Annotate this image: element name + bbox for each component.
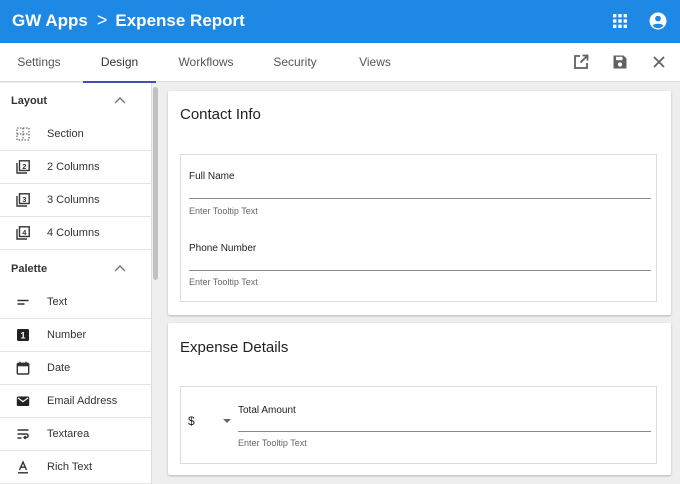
- scrollbar-thumb[interactable]: [153, 87, 158, 280]
- svg-text:2: 2: [22, 162, 26, 171]
- form-canvas: Contact Info Full Name Enter Tooltip Tex…: [160, 83, 680, 484]
- sidebar-item-date[interactable]: Date: [0, 352, 151, 385]
- palette-section-header[interactable]: Palette: [0, 251, 151, 284]
- rich-text-icon: [18, 460, 28, 474]
- open-in-new-icon[interactable]: [572, 53, 590, 71]
- section-card-contact-info[interactable]: Contact Info Full Name Enter Tooltip Tex…: [168, 91, 671, 315]
- sidebar-item-text[interactable]: Text: [0, 286, 151, 319]
- account-circle-icon[interactable]: [648, 11, 668, 31]
- section-icon: [16, 127, 30, 141]
- svg-text:1: 1: [20, 331, 25, 341]
- section-title[interactable]: Contact Info: [180, 106, 261, 123]
- sidebar-item-label: Rich Text: [47, 461, 93, 473]
- two-columns-icon: 2: [16, 160, 30, 174]
- tooltip-hint[interactable]: Enter Tooltip Text: [238, 438, 307, 448]
- calendar-icon: [16, 361, 30, 375]
- tooltip-hint[interactable]: Enter Tooltip Text: [189, 206, 258, 216]
- sidebar-item-label: Number: [47, 329, 87, 341]
- sidebar-item-label: 2 Columns: [47, 161, 100, 173]
- sidebar-item-label: Textarea: [47, 428, 90, 440]
- app-title: GW Apps > Expense Report: [12, 0, 245, 43]
- sidebar-item-3-columns[interactable]: 3 3 Columns: [0, 184, 151, 217]
- sidebar-item-number[interactable]: 1 Number: [0, 319, 151, 352]
- section-title[interactable]: Expense Details: [180, 339, 288, 356]
- layout-section-title: Layout: [11, 95, 48, 107]
- tab-workflows[interactable]: Workflows: [168, 43, 244, 82]
- sidebar-item-rich-text[interactable]: Rich Text: [0, 451, 151, 484]
- currency-select[interactable]: $: [188, 414, 195, 428]
- sidebar-item-textarea[interactable]: Textarea: [0, 418, 151, 451]
- svg-text:4: 4: [22, 228, 27, 237]
- sidebar-item-2-columns[interactable]: 2 2 Columns: [0, 151, 151, 184]
- sidebar-item-section[interactable]: Section: [0, 118, 151, 151]
- tab-security[interactable]: Security: [258, 43, 332, 82]
- save-icon[interactable]: [611, 53, 629, 71]
- field-label-full-name[interactable]: Full Name: [189, 171, 235, 182]
- sidebar-item-label: Section: [47, 128, 84, 140]
- palette-section-title: Palette: [11, 263, 48, 275]
- dropdown-arrow-icon[interactable]: [223, 419, 231, 423]
- page-title: Expense Report: [115, 11, 245, 30]
- number-icon: 1: [17, 329, 29, 341]
- tab-bar: Settings Design Workflows Security Views: [0, 43, 680, 83]
- app-name[interactable]: GW Apps: [12, 11, 88, 30]
- tab-views[interactable]: Views: [344, 43, 406, 82]
- sidebar-item-label: 3 Columns: [47, 194, 100, 206]
- breadcrumb-separator: >: [96, 10, 108, 30]
- svg-text:3: 3: [22, 195, 26, 204]
- sidebar-item-label: Email Address: [47, 395, 118, 407]
- layout-section-header[interactable]: Layout: [0, 83, 151, 116]
- sidebar-item-label: 4 Columns: [47, 227, 100, 239]
- field-label-phone-number[interactable]: Phone Number: [189, 243, 256, 254]
- sidebar-item-4-columns[interactable]: 4 4 Columns: [0, 217, 151, 250]
- phone-number-input[interactable]: [189, 270, 651, 271]
- field-label-total-amount[interactable]: Total Amount: [238, 405, 296, 416]
- sidebar-item-label: Date: [47, 362, 71, 374]
- field-group[interactable]: $ Total Amount Enter Tooltip Text: [180, 386, 657, 464]
- app-bar: GW Apps > Expense Report: [0, 0, 680, 43]
- sidebar: Layout Section 2 2 Columns 3 3 Columns 4: [0, 83, 152, 484]
- wrap-text-icon: [17, 429, 29, 440]
- chevron-up-icon[interactable]: [114, 96, 126, 104]
- total-amount-input[interactable]: [238, 431, 651, 432]
- sidebar-scrollbar[interactable]: [152, 83, 160, 484]
- sidebar-item-label: Text: [47, 296, 68, 308]
- full-name-input[interactable]: [189, 198, 651, 199]
- chevron-up-icon[interactable]: [114, 264, 126, 272]
- close-icon[interactable]: [650, 53, 668, 71]
- four-columns-icon: 4: [16, 226, 30, 240]
- short-text-icon: [17, 299, 29, 305]
- tab-settings[interactable]: Settings: [4, 43, 74, 82]
- field-group[interactable]: Full Name Enter Tooltip Text Phone Numbe…: [180, 154, 657, 302]
- section-card-expense-details[interactable]: Expense Details $ Total Amount Enter Too…: [168, 323, 671, 475]
- tooltip-hint[interactable]: Enter Tooltip Text: [189, 277, 258, 287]
- sidebar-item-email-address[interactable]: Email Address: [0, 385, 151, 418]
- tab-design[interactable]: Design: [83, 43, 156, 83]
- email-icon: [16, 396, 30, 406]
- apps-grid-icon[interactable]: [610, 11, 630, 31]
- three-columns-icon: 3: [16, 193, 30, 207]
